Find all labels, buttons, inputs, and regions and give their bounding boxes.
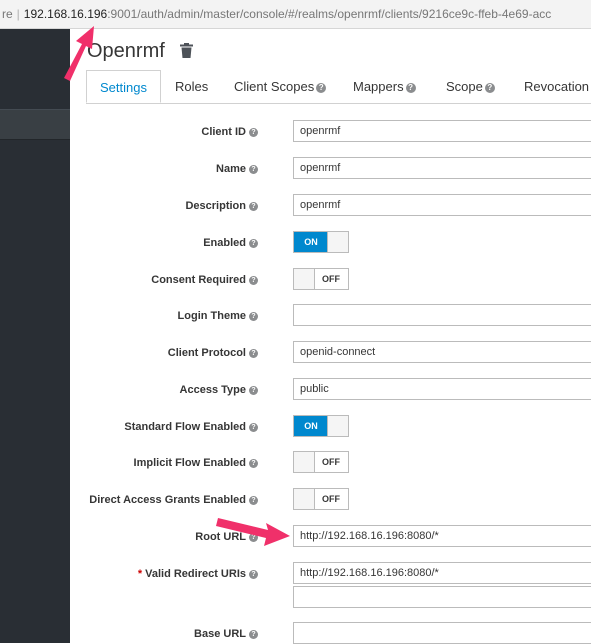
implicit-flow-label: Implicit Flow Enabled? bbox=[134, 457, 258, 469]
description-input[interactable]: openrmf bbox=[293, 194, 591, 216]
help-icon: ? bbox=[249, 164, 258, 174]
name-label: Name? bbox=[216, 163, 258, 175]
url-scheme-label: re bbox=[2, 7, 13, 21]
description-label: Description? bbox=[185, 200, 258, 212]
client-tabs: Settings Roles Client Scopes? Mappers? S… bbox=[86, 70, 591, 104]
client-protocol-label: Client Protocol? bbox=[168, 347, 258, 359]
help-icon: ? bbox=[249, 127, 258, 137]
standard-flow-toggle[interactable]: ON bbox=[293, 415, 349, 437]
toggle-state-label: OFF bbox=[322, 457, 340, 467]
login-theme-label: Login Theme? bbox=[178, 310, 258, 322]
url-host: 192.168.16.196 bbox=[23, 7, 108, 21]
consent-required-label: Consent Required? bbox=[151, 274, 258, 286]
help-icon: ? bbox=[249, 311, 258, 321]
url-path: :9001/auth/admin/master/console/#/realms… bbox=[107, 7, 552, 21]
toggle-knob bbox=[294, 269, 315, 289]
page-title: Openrmf bbox=[87, 36, 194, 67]
help-icon: ? bbox=[249, 275, 258, 285]
enabled-toggle[interactable]: ON bbox=[293, 231, 349, 253]
url-separator: | bbox=[16, 7, 20, 21]
direct-access-toggle[interactable]: OFF bbox=[293, 488, 349, 510]
help-icon: ? bbox=[484, 82, 495, 93]
tab-client-scopes[interactable]: Client Scopes? bbox=[234, 70, 327, 102]
valid-redirect-label: * Valid Redirect URIs? bbox=[138, 568, 258, 580]
tab-roles[interactable]: Roles bbox=[175, 70, 208, 102]
help-icon: ? bbox=[249, 458, 258, 468]
help-icon: ? bbox=[249, 422, 258, 432]
client-id-label: Client ID? bbox=[201, 126, 258, 138]
help-icon: ? bbox=[249, 201, 258, 211]
help-icon: ? bbox=[405, 82, 416, 93]
implicit-flow-toggle[interactable]: OFF bbox=[293, 451, 349, 473]
address-bar[interactable]: re | 192.168.16.196:9001/auth/admin/master… bbox=[0, 0, 591, 29]
help-icon: ? bbox=[249, 532, 258, 542]
consent-required-toggle[interactable]: OFF bbox=[293, 268, 349, 290]
valid-redirect-input-extra[interactable] bbox=[293, 586, 591, 608]
standard-flow-label: Standard Flow Enabled? bbox=[124, 421, 258, 433]
toggle-knob bbox=[294, 452, 315, 472]
tab-settings-label: Settings bbox=[100, 80, 147, 95]
tab-mappers[interactable]: Mappers? bbox=[353, 70, 416, 102]
help-icon: ? bbox=[249, 238, 258, 248]
tab-revocation-label: Revocation bbox=[524, 79, 590, 94]
base-url-input[interactable] bbox=[293, 622, 591, 644]
tab-roles-label: Roles bbox=[175, 79, 209, 94]
name-input[interactable]: openrmf bbox=[293, 157, 591, 179]
tab-client-scopes-label: Client Scopes bbox=[234, 79, 315, 94]
access-type-select[interactable]: public bbox=[293, 378, 591, 400]
toggle-state-label: ON bbox=[294, 416, 328, 436]
help-icon: ? bbox=[249, 629, 258, 639]
help-icon: ? bbox=[249, 569, 258, 579]
help-icon: ? bbox=[316, 82, 327, 93]
access-type-label: Access Type? bbox=[180, 384, 258, 396]
required-mark: * bbox=[137, 568, 143, 580]
client-id-input[interactable]: openrmf bbox=[293, 120, 591, 142]
direct-access-label: Direct Access Grants Enabled? bbox=[89, 494, 258, 506]
client-title: Openrmf bbox=[87, 40, 165, 62]
tab-scope-label: Scope bbox=[446, 79, 483, 94]
tab-revocation[interactable]: Revocation bbox=[524, 70, 589, 102]
tab-settings[interactable]: Settings bbox=[86, 70, 161, 103]
toggle-knob bbox=[294, 489, 315, 509]
admin-sidebar bbox=[0, 29, 70, 643]
client-protocol-select[interactable]: openid-connect bbox=[293, 341, 591, 363]
tab-mappers-label: Mappers bbox=[353, 79, 404, 94]
help-icon: ? bbox=[249, 348, 258, 358]
login-theme-select[interactable] bbox=[293, 304, 591, 326]
help-icon: ? bbox=[249, 385, 258, 395]
toggle-state-label: ON bbox=[294, 232, 328, 252]
help-icon: ? bbox=[249, 495, 258, 505]
sidebar-active-item[interactable] bbox=[0, 109, 70, 140]
toggle-knob bbox=[327, 232, 348, 252]
root-url-label: Root URL? bbox=[195, 531, 258, 543]
tab-scope[interactable]: Scope? bbox=[446, 70, 495, 102]
toggle-knob bbox=[327, 416, 348, 436]
root-url-input[interactable]: http://192.168.16.196:8080/* bbox=[293, 525, 591, 547]
base-url-label: Base URL? bbox=[194, 628, 258, 640]
enabled-label: Enabled? bbox=[203, 237, 258, 249]
toggle-state-label: OFF bbox=[322, 494, 340, 504]
trash-icon[interactable] bbox=[180, 37, 194, 67]
toggle-state-label: OFF bbox=[322, 274, 340, 284]
valid-redirect-input[interactable]: http://192.168.16.196:8080/* bbox=[293, 562, 591, 584]
